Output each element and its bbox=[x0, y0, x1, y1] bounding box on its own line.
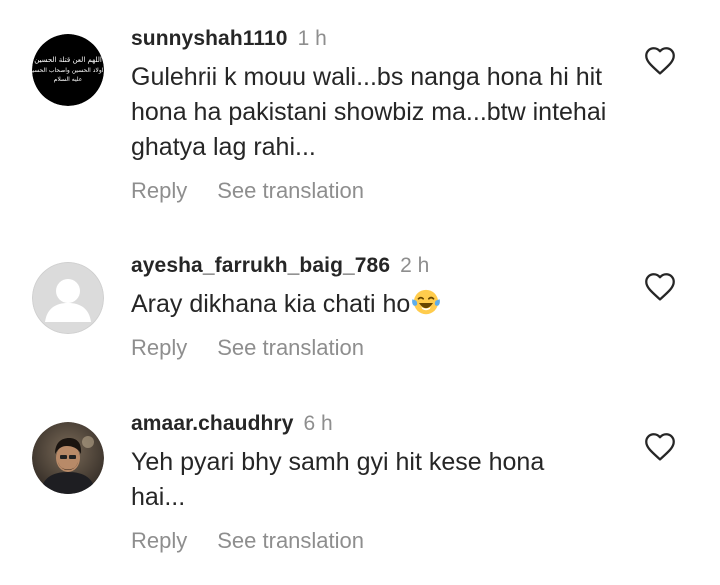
comment-text: Yeh pyari bhy samh gyi hit kese hona hai… bbox=[131, 448, 545, 511]
comment-text: Aray dikhana kia chati ho bbox=[131, 287, 641, 322]
heart-icon[interactable] bbox=[643, 430, 677, 462]
comment-meta: ayesha_farrukh_baig_786 2 h bbox=[131, 253, 641, 279]
timestamp: 1 h bbox=[297, 27, 327, 50]
username[interactable]: sunnyshah1110 bbox=[131, 27, 288, 50]
svg-text:عليه السلام: عليه السلام bbox=[54, 76, 83, 83]
heart-icon[interactable] bbox=[643, 270, 677, 302]
timestamp: 2 h bbox=[400, 254, 430, 277]
comment-actions: Reply See translation bbox=[131, 177, 641, 205]
comment-text: Gulehrii k mouu wali...bs nanga hona hi … bbox=[131, 63, 607, 161]
heart-icon[interactable] bbox=[643, 44, 677, 76]
svg-text:اللهم العن قتلة الحسين: اللهم العن قتلة الحسين bbox=[34, 56, 102, 64]
see-translation-button[interactable]: See translation bbox=[217, 335, 364, 360]
comment-meta: sunnyshah1110 1 h bbox=[131, 26, 641, 52]
avatar[interactable]: اللهم العن قتلة الحسين و اولاد الحسين وا… bbox=[32, 34, 104, 106]
comment-meta: amaar.chaudhry 6 h bbox=[131, 411, 641, 437]
comment-actions: Reply See translation bbox=[131, 527, 641, 555]
reply-button[interactable]: Reply bbox=[131, 528, 187, 553]
comment-actions: Reply See translation bbox=[131, 334, 641, 362]
username[interactable]: ayesha_farrukh_baig_786 bbox=[131, 254, 390, 277]
reply-button[interactable]: Reply bbox=[131, 178, 187, 203]
reply-button[interactable]: Reply bbox=[131, 335, 187, 360]
timestamp: 6 h bbox=[303, 412, 333, 435]
see-translation-button[interactable]: See translation bbox=[217, 528, 364, 553]
avatar[interactable] bbox=[32, 262, 104, 334]
svg-text:و اولاد الحسين واصحاب الحسين: و اولاد الحسين واصحاب الحسين bbox=[32, 67, 104, 74]
username[interactable]: amaar.chaudhry bbox=[131, 412, 293, 435]
see-translation-button[interactable]: See translation bbox=[217, 178, 364, 203]
comment-text-content: Aray dikhana kia chati ho bbox=[131, 290, 411, 318]
avatar[interactable] bbox=[32, 422, 104, 494]
tears-of-joy-emoji-icon bbox=[412, 289, 441, 315]
